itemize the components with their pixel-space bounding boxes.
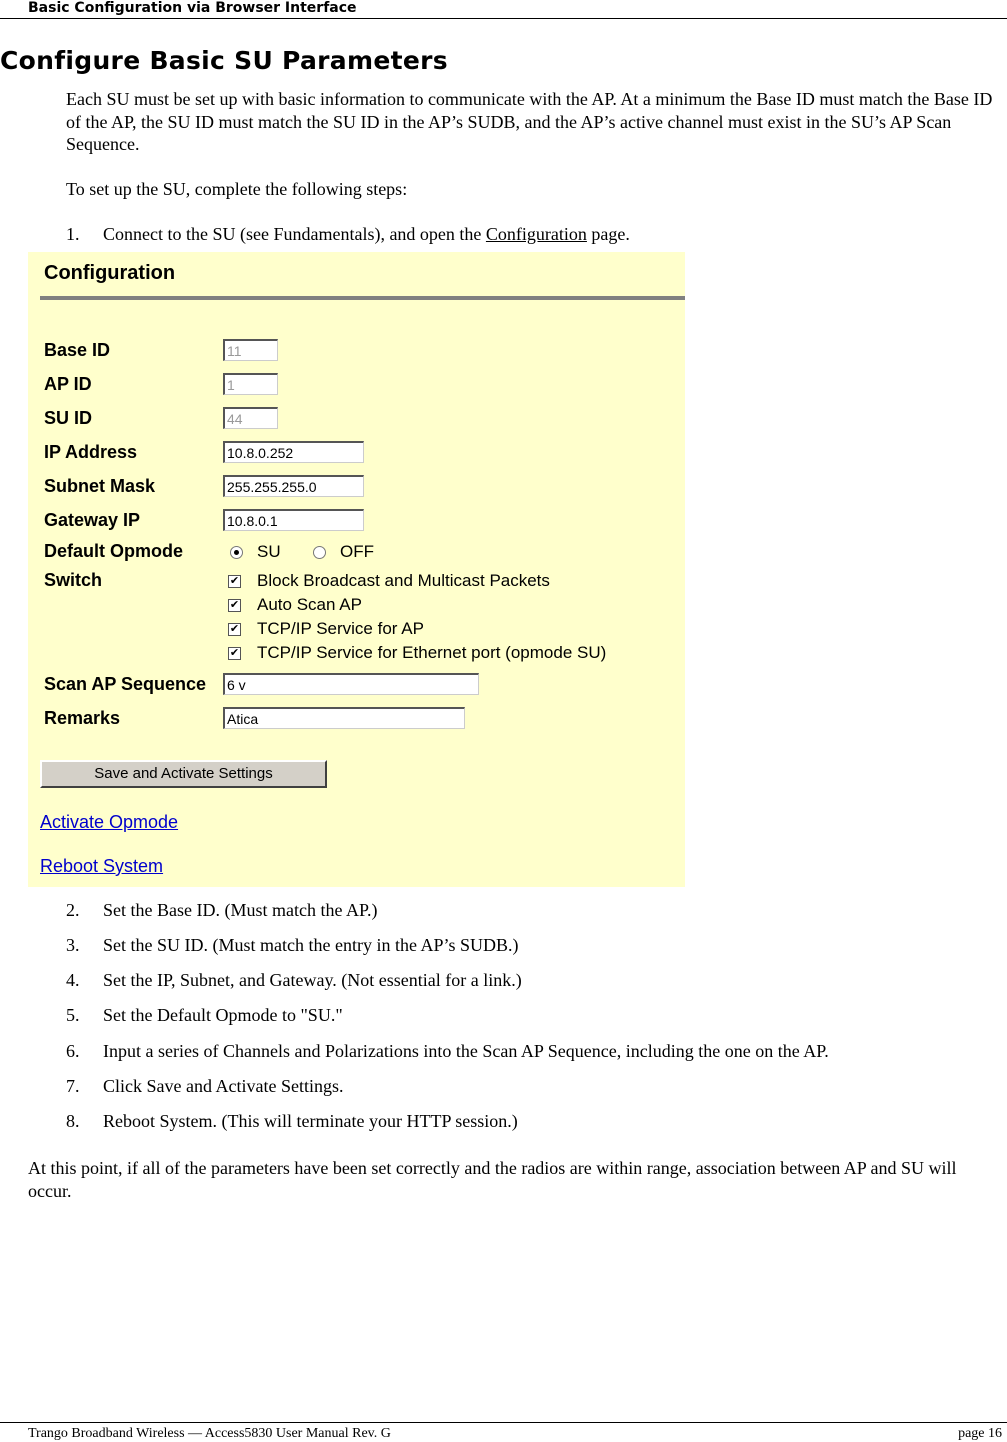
steps-intro: To set up the SU, complete the following… [66, 179, 408, 199]
step-number: 5. [66, 1005, 80, 1025]
base-id-input[interactable]: 11 [223, 339, 278, 361]
step-2: 2. Set the Base ID. (Must match the AP.) [66, 900, 377, 921]
step-number: 1. [66, 224, 80, 244]
checkbox-checked-icon: ✔ [228, 623, 241, 637]
ip-address-input[interactable]: 10.8.0.252 [223, 441, 364, 463]
switch-tcpip-ap-checkbox[interactable]: ✔ TCP/IP Service for AP [228, 619, 424, 639]
scan-ap-sequence-input[interactable]: 6 v [223, 673, 479, 695]
radio-unselected-icon [313, 546, 326, 560]
closing-paragraph: At this point, if all of the parameters … [28, 1158, 957, 1201]
step-text: Set the IP, Subnet, and Gateway. (Not es… [103, 970, 522, 990]
step-4: 4. Set the IP, Subnet, and Gateway. (Not … [66, 970, 522, 991]
ip-address-label: IP Address [44, 442, 138, 462]
ap-id-input[interactable]: 1 [223, 373, 278, 395]
configuration-screenshot: Configuration Base ID 11 AP ID 1 SU ID 4… [28, 252, 685, 887]
footer-manual-title: Trango Broadband Wireless — Access5830 U… [28, 1426, 391, 1441]
step-number: 6. [66, 1041, 80, 1061]
checkbox-checked-icon: ✔ [228, 599, 241, 613]
step-number: 8. [66, 1111, 80, 1131]
switch-auto-scan-checkbox[interactable]: ✔ Auto Scan AP [228, 595, 362, 615]
running-header: Basic Configuration via Browser Interfac… [0, 0, 1007, 19]
step-number: 3. [66, 935, 80, 955]
divider [40, 296, 685, 300]
ap-id-label: AP ID [44, 374, 92, 394]
gateway-ip-label: Gateway IP [44, 510, 141, 530]
step-text-end: page. [586, 224, 630, 244]
step-8: 8. Reboot System. (This will terminate yo… [66, 1111, 518, 1132]
checkbox-label: Block Broadcast and Multicast Packets [257, 571, 550, 590]
checkbox-checked-icon: ✔ [228, 647, 241, 661]
step-text: Set the Base ID. (Must match the AP.) [103, 900, 378, 920]
base-id-label: Base ID [44, 340, 111, 360]
step-text: Set the SU ID. (Must match the entry in … [103, 935, 519, 955]
step-number: 2. [66, 900, 80, 920]
footer-page-number: page 16 [958, 1426, 1002, 1441]
radio-label: OFF [340, 542, 374, 561]
section-heading: Configure Basic SU Parameters [0, 46, 448, 75]
gateway-ip-input[interactable]: 10.8.0.1 [223, 509, 364, 531]
radio-label: SU [257, 542, 281, 561]
step-5: 5. Set the Default Opmode to "SU." [66, 1005, 343, 1026]
step-number: 7. [66, 1076, 80, 1096]
checkbox-label: TCP/IP Service for Ethernet port (opmode… [257, 643, 607, 662]
step-7: 7. Click Save and Activate Settings. [66, 1076, 343, 1097]
checkbox-checked-icon: ✔ [228, 575, 241, 589]
switch-label: Switch [44, 570, 103, 590]
switch-tcpip-ethernet-checkbox[interactable]: ✔ TCP/IP Service for Ethernet port (opmod… [228, 643, 606, 663]
subnet-mask-input[interactable]: 255.255.255.0 [223, 475, 364, 497]
opmode-su-radio[interactable]: SU [230, 542, 281, 562]
step-6: 6. Input a series of Channels and Polariz… [66, 1041, 829, 1062]
radio-selected-icon [230, 546, 243, 560]
step-text: Set the Default Opmode to "SU." [103, 1005, 343, 1025]
su-id-input[interactable]: 44 [223, 407, 278, 429]
step-text: Input a series of Channels and Polarizat… [103, 1041, 829, 1061]
opmode-off-radio[interactable]: OFF [313, 542, 374, 562]
remarks-label: Remarks [44, 708, 121, 728]
checkbox-label: TCP/IP Service for AP [257, 619, 424, 638]
step-3: 3. Set the SU ID. (Must match the entry i… [66, 935, 518, 956]
step-text: Connect to the SU (see Fundamentals), an… [103, 224, 486, 244]
checkbox-label: Auto Scan AP [257, 595, 362, 614]
subnet-mask-label: Subnet Mask [44, 476, 156, 496]
remarks-input[interactable]: Atica [223, 707, 465, 729]
config-title: Configuration [44, 262, 176, 284]
reboot-system-link[interactable]: Reboot System [40, 856, 163, 877]
intro-paragraph: Each SU must be set up with basic inform… [66, 89, 993, 154]
switch-block-broadcast-checkbox[interactable]: ✔ Block Broadcast and Multicast Packets [228, 571, 550, 591]
scan-ap-sequence-label: Scan AP Sequence [44, 674, 207, 694]
su-id-label: SU ID [44, 408, 93, 428]
step-text: Reboot System. (This will terminate your… [103, 1111, 518, 1131]
step-number: 4. [66, 970, 80, 990]
activate-opmode-link[interactable]: Activate Opmode [40, 812, 178, 833]
page-footer: Trango Broadband Wireless — Access5830 U… [0, 1422, 1007, 1441]
step-text: Click Save and Activate Settings. [103, 1076, 344, 1096]
save-and-activate-button[interactable]: Save and Activate Settings [40, 760, 327, 788]
configuration-link[interactable]: Configuration [486, 224, 587, 244]
header-title: Basic Configuration via Browser Interfac… [28, 0, 357, 16]
step-1: 1. Connect to the SU (see Fundamentals), … [66, 224, 630, 245]
default-opmode-label: Default Opmode [44, 541, 184, 561]
